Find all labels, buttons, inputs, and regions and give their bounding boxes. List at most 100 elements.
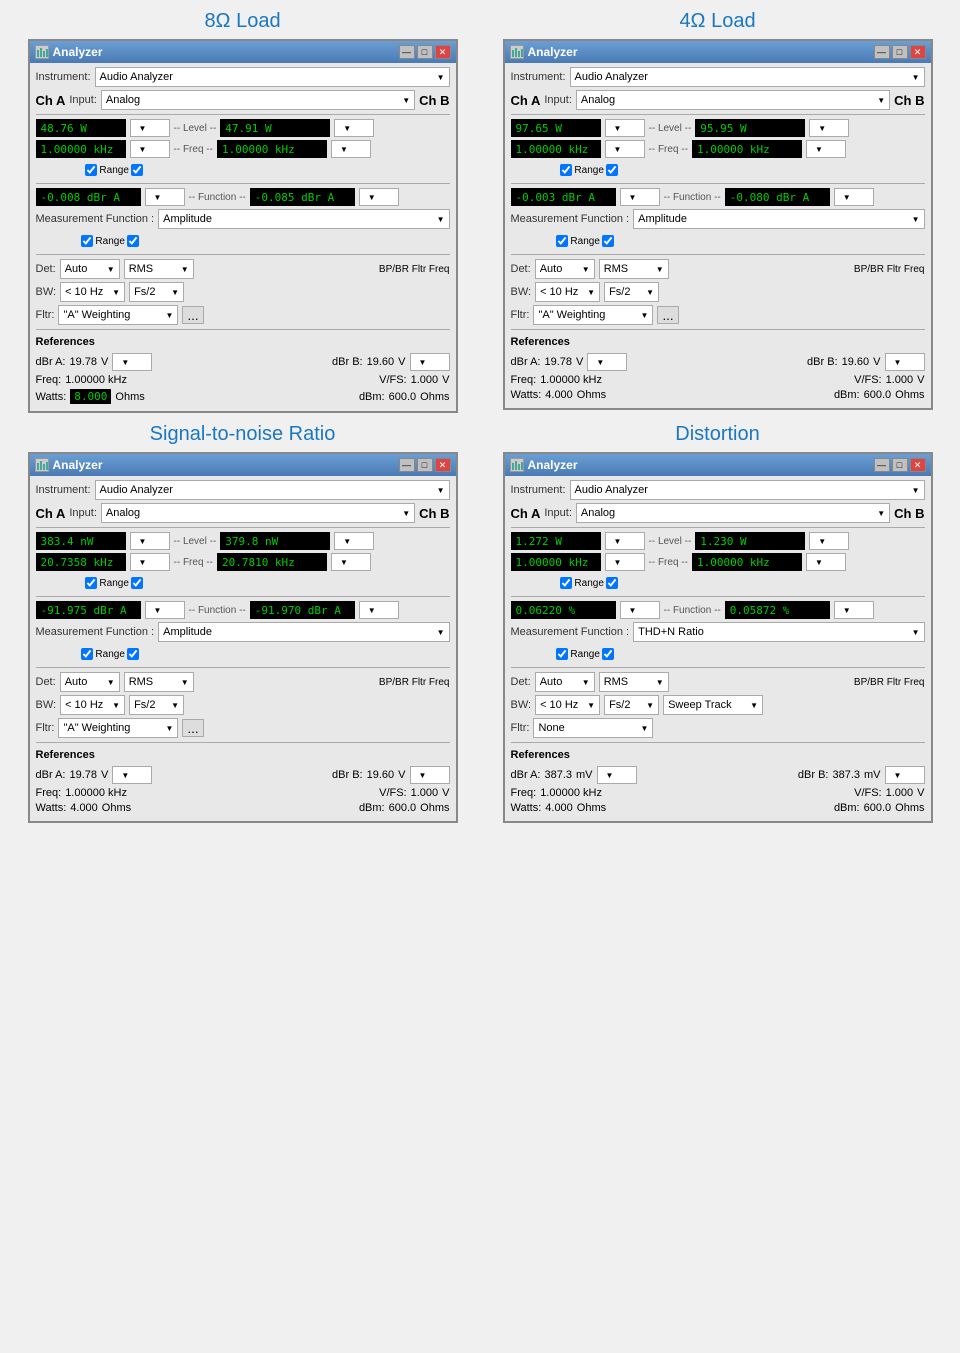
bw-dropdown[interactable]: < 10 Hz ▼ — [60, 282, 125, 302]
meas-func-dropdown[interactable]: Amplitude ▼ — [633, 209, 924, 229]
restore-button[interactable]: □ — [417, 458, 433, 472]
range-checkbox-4[interactable] — [127, 235, 139, 247]
ch-b-level-dropdown[interactable]: ▼ — [334, 532, 374, 550]
range-checkbox-4[interactable] — [602, 235, 614, 247]
close-button[interactable]: ✕ — [435, 458, 451, 472]
fltr-dropdown[interactable]: "A" Weighting ▼ — [58, 718, 178, 738]
det-dropdown[interactable]: Auto ▼ — [535, 259, 595, 279]
dbr-a-dropdown[interactable]: ▼ — [112, 766, 152, 784]
range-checkbox-1[interactable] — [85, 577, 97, 589]
rms-dropdown[interactable]: RMS ▼ — [599, 672, 669, 692]
restore-button[interactable]: □ — [892, 45, 908, 59]
det-dropdown[interactable]: Auto ▼ — [60, 259, 120, 279]
meas-func-label: Measurement Function : — [511, 626, 630, 638]
ch-b-freq-dropdown[interactable]: ▼ — [806, 140, 846, 158]
dbr-a-dropdown[interactable]: ▼ — [597, 766, 637, 784]
range-checkbox-3[interactable] — [81, 235, 93, 247]
input-dropdown[interactable]: Analog ▼ — [576, 90, 890, 110]
ch-a-freq-dropdown[interactable]: ▼ — [130, 553, 170, 571]
det-dropdown[interactable]: Auto ▼ — [535, 672, 595, 692]
bw-dropdown[interactable]: < 10 Hz ▼ — [535, 282, 600, 302]
ch-a-level-dropdown[interactable]: ▼ — [605, 532, 645, 550]
fs2-dropdown[interactable]: Fs/2 ▼ — [604, 695, 659, 715]
minimize-button[interactable]: — — [399, 458, 415, 472]
dbr-a-dropdown[interactable]: ▼ — [587, 353, 627, 371]
minimize-button[interactable]: — — [874, 458, 890, 472]
restore-button[interactable]: □ — [892, 458, 908, 472]
dbr-b-unit: V — [873, 356, 880, 368]
range-checkbox-3[interactable] — [556, 648, 568, 660]
instrument-dropdown[interactable]: Audio Analyzer ▼ — [570, 480, 925, 500]
dbr-b-dropdown[interactable]: ▼ — [885, 766, 925, 784]
instrument-dropdown[interactable]: Audio Analyzer ▼ — [95, 67, 450, 87]
minimize-button[interactable]: — — [874, 45, 890, 59]
bw-dropdown[interactable]: < 10 Hz ▼ — [60, 695, 125, 715]
ch-b-level-dropdown[interactable]: ▼ — [809, 119, 849, 137]
range-checkbox-3[interactable] — [556, 235, 568, 247]
fs2-dropdown[interactable]: Fs/2 ▼ — [129, 282, 184, 302]
input-dropdown[interactable]: Analog ▼ — [101, 503, 415, 523]
range-checkbox-4[interactable] — [127, 648, 139, 660]
restore-button[interactable]: □ — [417, 45, 433, 59]
dbr-a-unit: V — [576, 356, 583, 368]
meas-func-dropdown[interactable]: THD+N Ratio ▼ — [633, 622, 924, 642]
ch-a-freq-dropdown[interactable]: ▼ — [130, 140, 170, 158]
range-checkbox-2[interactable] — [606, 164, 618, 176]
meas-func-dropdown[interactable]: Amplitude ▼ — [158, 209, 449, 229]
ch-b-freq-dropdown[interactable]: ▼ — [331, 140, 371, 158]
range-checkbox-4[interactable] — [602, 648, 614, 660]
ch-b-freq-dropdown[interactable]: ▼ — [331, 553, 371, 571]
meas-func-dropdown[interactable]: Amplitude ▼ — [158, 622, 449, 642]
input-dropdown[interactable]: Analog ▼ — [576, 503, 890, 523]
ch-a-func-dropdown[interactable]: ▼ — [620, 188, 660, 206]
ch-a-level-dropdown[interactable]: ▼ — [605, 119, 645, 137]
ch-b-func-dropdown[interactable]: ▼ — [834, 188, 874, 206]
minimize-button[interactable]: — — [399, 45, 415, 59]
range-checkbox-2[interactable] — [131, 164, 143, 176]
ch-b-func-dropdown[interactable]: ▼ — [359, 601, 399, 619]
bw-dropdown[interactable]: < 10 Hz ▼ — [535, 695, 600, 715]
ellipsis-button[interactable]: ... — [182, 306, 203, 324]
ch-a-func-dropdown[interactable]: ▼ — [620, 601, 660, 619]
range-checkbox-1[interactable] — [85, 164, 97, 176]
ch-a-func-dropdown[interactable]: ▼ — [145, 188, 185, 206]
instrument-dropdown[interactable]: Audio Analyzer ▼ — [570, 67, 925, 87]
ch-b-func-dropdown[interactable]: ▼ — [359, 188, 399, 206]
ellipsis-button[interactable]: ... — [182, 719, 203, 737]
ch-a-freq-dropdown[interactable]: ▼ — [605, 553, 645, 571]
close-button[interactable]: ✕ — [435, 45, 451, 59]
level-label: -- Level -- — [174, 536, 217, 547]
range-checkbox-1[interactable] — [560, 164, 572, 176]
ch-b-func-dropdown[interactable]: ▼ — [834, 601, 874, 619]
close-button[interactable]: ✕ — [910, 45, 926, 59]
ch-b-level-dropdown[interactable]: ▼ — [809, 532, 849, 550]
fltr-dropdown[interactable]: "A" Weighting ▼ — [58, 305, 178, 325]
ch-a-level-dropdown[interactable]: ▼ — [130, 532, 170, 550]
ch-b-level-dropdown[interactable]: ▼ — [334, 119, 374, 137]
range-checkbox-1[interactable] — [560, 577, 572, 589]
ellipsis-button[interactable]: ... — [657, 306, 678, 324]
dbr-b-dropdown[interactable]: ▼ — [885, 353, 925, 371]
sweep-track-dropdown[interactable]: Sweep Track ▼ — [663, 695, 763, 715]
ch-a-func-dropdown[interactable]: ▼ — [145, 601, 185, 619]
dbr-a-dropdown[interactable]: ▼ — [112, 353, 152, 371]
instrument-dropdown[interactable]: Audio Analyzer ▼ — [95, 480, 450, 500]
input-dropdown[interactable]: Analog ▼ — [101, 90, 415, 110]
dbr-b-dropdown[interactable]: ▼ — [410, 353, 450, 371]
close-button[interactable]: ✕ — [910, 458, 926, 472]
ch-a-freq-dropdown[interactable]: ▼ — [605, 140, 645, 158]
range-checkbox-2[interactable] — [131, 577, 143, 589]
rms-dropdown[interactable]: RMS ▼ — [599, 259, 669, 279]
ch-a-level-dropdown[interactable]: ▼ — [130, 119, 170, 137]
det-dropdown[interactable]: Auto ▼ — [60, 672, 120, 692]
fltr-dropdown[interactable]: "A" Weighting ▼ — [533, 305, 653, 325]
rms-dropdown[interactable]: RMS ▼ — [124, 672, 194, 692]
fs2-dropdown[interactable]: Fs/2 ▼ — [129, 695, 184, 715]
rms-dropdown[interactable]: RMS ▼ — [124, 259, 194, 279]
dbr-b-dropdown[interactable]: ▼ — [410, 766, 450, 784]
fltr-dropdown[interactable]: None ▼ — [533, 718, 653, 738]
fs2-dropdown[interactable]: Fs/2 ▼ — [604, 282, 659, 302]
range-checkbox-3[interactable] — [81, 648, 93, 660]
ch-b-freq-dropdown[interactable]: ▼ — [806, 553, 846, 571]
range-checkbox-2[interactable] — [606, 577, 618, 589]
